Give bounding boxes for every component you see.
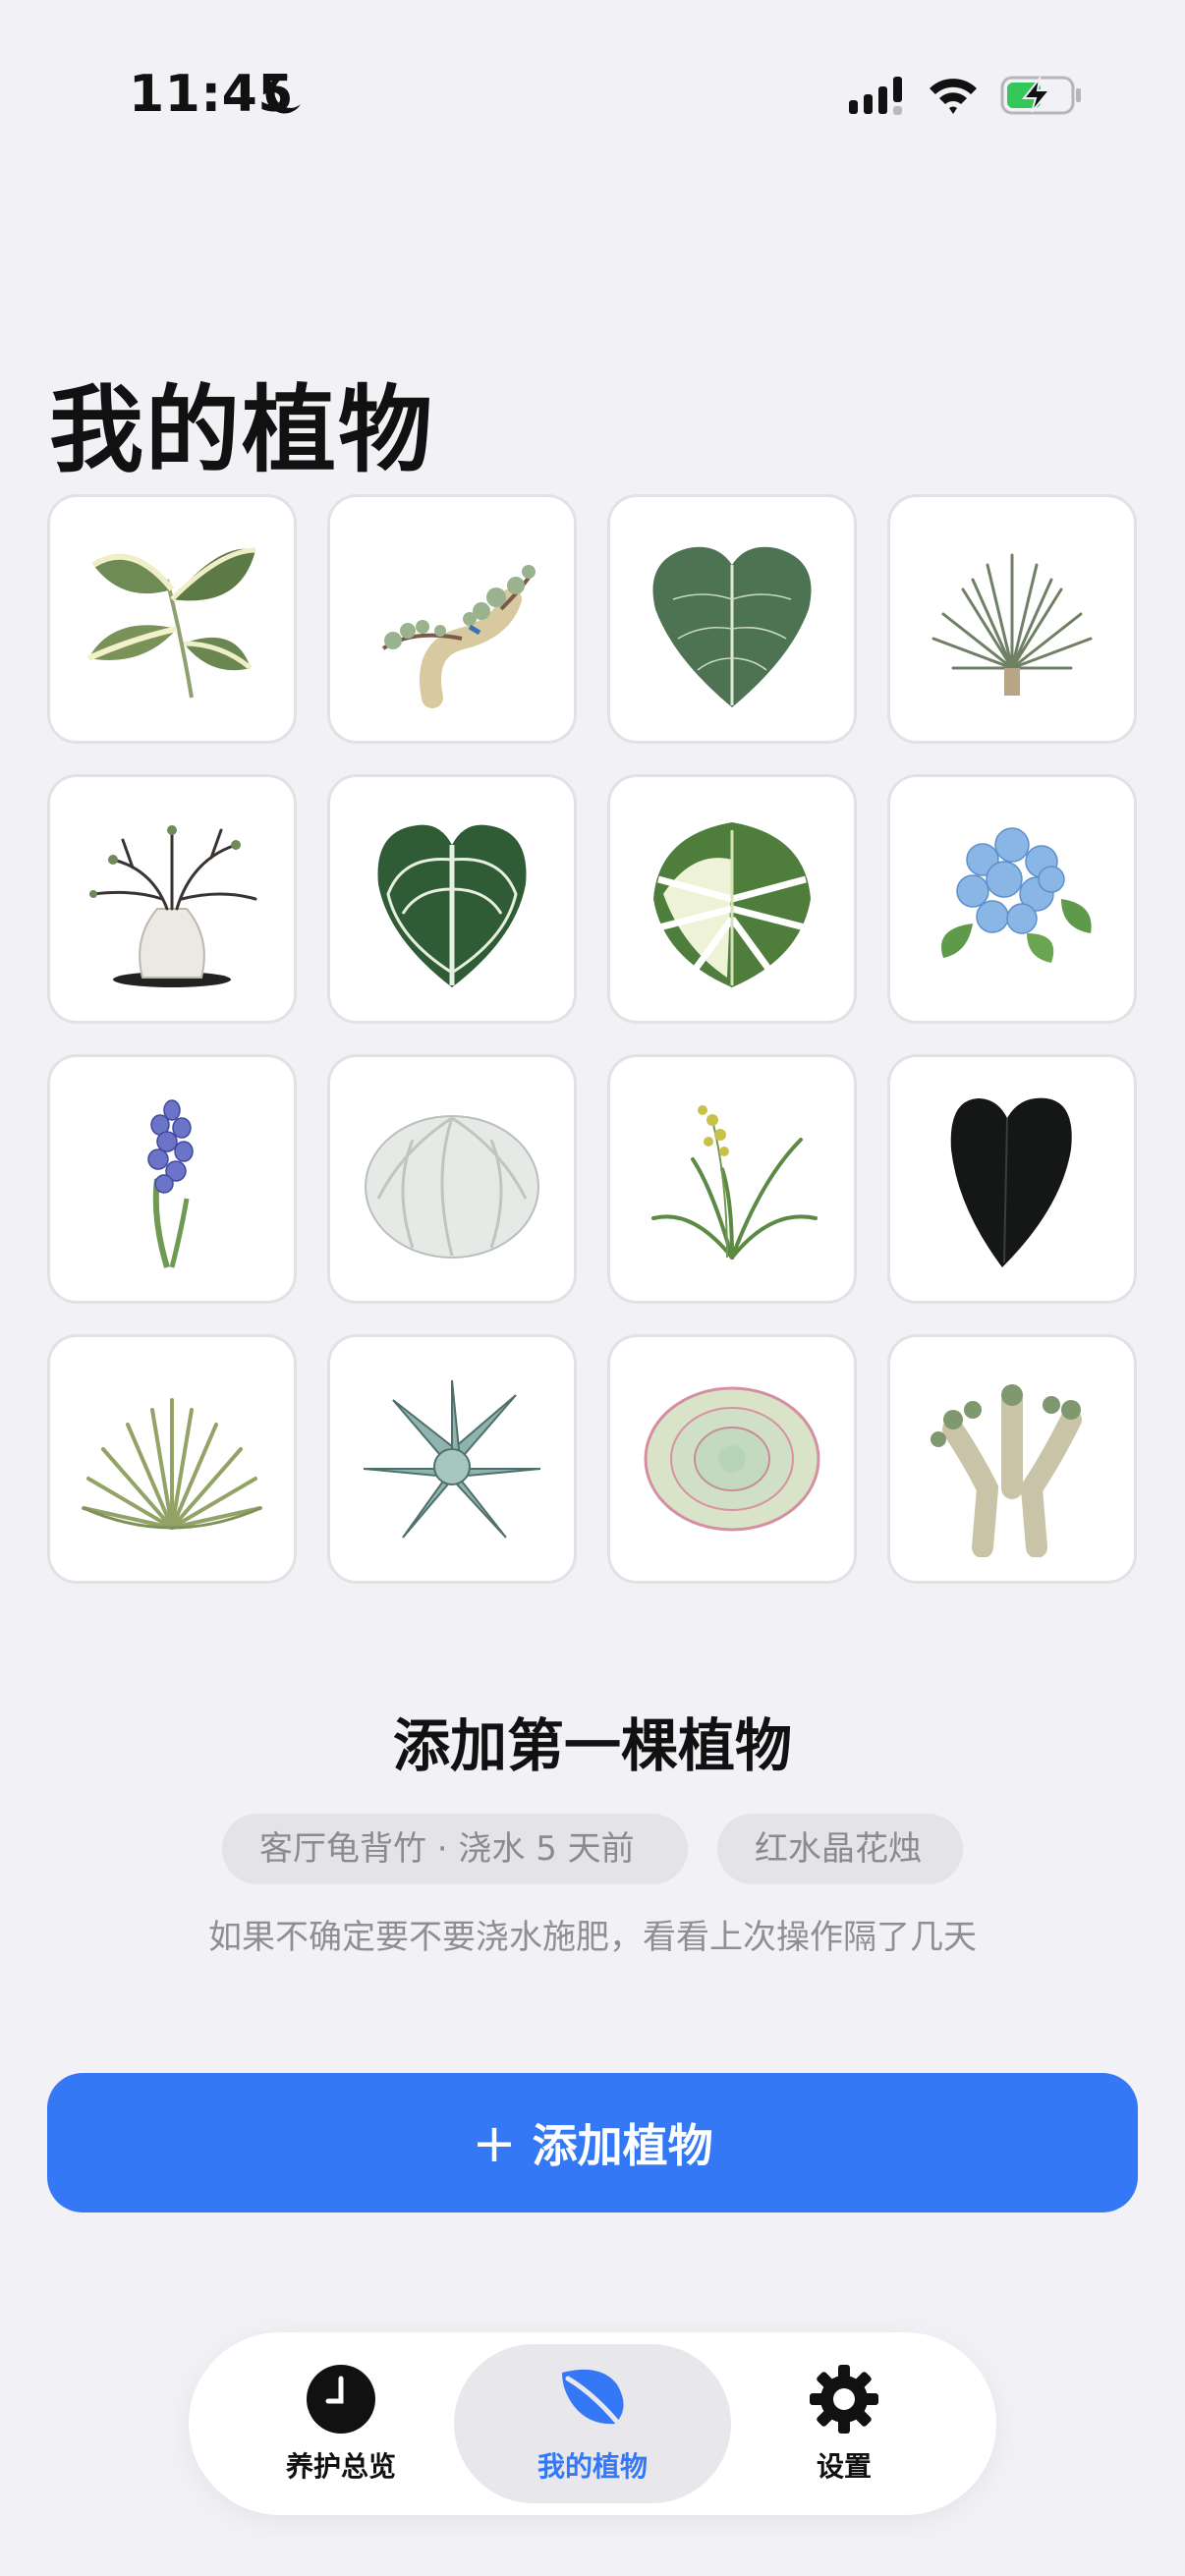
cellular-signal-icon	[849, 77, 902, 115]
anthurium-leaf-illustration	[377, 824, 527, 987]
status-bar: 11:45	[0, 0, 1185, 196]
plant-tile-echeveria[interactable]	[607, 1334, 857, 1584]
caudex-illustration	[89, 825, 257, 987]
heart-leaf-illustration	[652, 546, 812, 707]
plant-tile-bonsai[interactable]	[327, 494, 577, 744]
tab-settings[interactable]: 设置	[731, 2344, 957, 2503]
plant-grid	[47, 494, 1137, 1584]
plant-tile-philodendron[interactable]	[607, 494, 857, 744]
plus-icon: +	[472, 2111, 517, 2174]
euphorbia-illustration	[931, 1384, 1082, 1557]
yucca-illustration	[931, 553, 1093, 696]
clock-icon	[307, 2365, 375, 2434]
leaf-icon	[562, 2369, 628, 2435]
monstera-illustration	[653, 822, 811, 987]
moon-icon	[265, 76, 301, 114]
black-leaf-illustration	[950, 1097, 1072, 1267]
echeveria-illustration	[644, 1386, 820, 1532]
plant-tile-agave[interactable]	[327, 1334, 577, 1584]
add-plant-label: 添加植物	[532, 2119, 713, 2172]
gear-icon	[810, 2365, 878, 2434]
plant-tile-hydrangea[interactable]	[887, 774, 1137, 1024]
agave-illustration	[363, 1379, 541, 1539]
empty-state-hint: 如果不确定要不要浇水施肥，看看上次操作隔了几天	[208, 1918, 977, 1957]
tab-bar: 养护总览 我的植物 设置	[189, 2332, 996, 2515]
plant-tile-caudex[interactable]	[47, 774, 297, 1024]
plant-tile-yucca[interactable]	[887, 494, 1137, 744]
add-plant-button[interactable]: + 添加植物	[47, 2073, 1138, 2212]
tab-care-overview-label: 养护总览	[285, 2450, 396, 2483]
plant-tile-astrophytum[interactable]	[327, 1054, 577, 1304]
plant-tile-monstera[interactable]	[607, 774, 857, 1024]
tab-care-overview[interactable]: 养护总览	[228, 2344, 454, 2503]
plant-tile-anthurium-crystallinum[interactable]	[327, 774, 577, 1024]
tab-my-plants-label: 我的植物	[536, 2450, 648, 2483]
hyacinth-illustration	[147, 1099, 194, 1268]
fan-palm-illustration	[82, 1398, 262, 1530]
plant-tile-black-anthurium[interactable]	[887, 1054, 1137, 1304]
orchid-illustration	[651, 1105, 818, 1260]
plant-tile-pothos[interactable]	[47, 494, 297, 744]
example-chip-monstera: 客厅龟背竹 · 浇水 5 天前	[222, 1814, 688, 1884]
example-chip-anthurium: 红水晶花烛	[717, 1814, 963, 1884]
pothos-illustration	[86, 547, 256, 699]
bonsai-illustration	[381, 565, 536, 708]
empty-state-title: 添加第一棵植物	[392, 1712, 792, 1779]
page-title: 我的植物	[49, 375, 434, 485]
plant-tile-fan-palm[interactable]	[47, 1334, 297, 1584]
tab-settings-label: 设置	[816, 2450, 872, 2483]
plant-tile-orchid[interactable]	[607, 1054, 857, 1304]
tab-my-plants[interactable]: 我的植物	[454, 2344, 731, 2503]
wifi-icon	[930, 79, 977, 114]
my-plants-screen: 11:45 我的植物 添加第一棵植物 客厅龟背竹 · 浇水 5 天前 红水晶花烛…	[0, 0, 1185, 2576]
battery-charging-icon	[1000, 75, 1081, 115]
hydrangea-illustration	[941, 827, 1092, 963]
plant-tile-euphorbia[interactable]	[887, 1334, 1137, 1584]
plant-tile-hyacinth[interactable]	[47, 1054, 297, 1304]
astrophytum-illustration	[365, 1115, 539, 1259]
